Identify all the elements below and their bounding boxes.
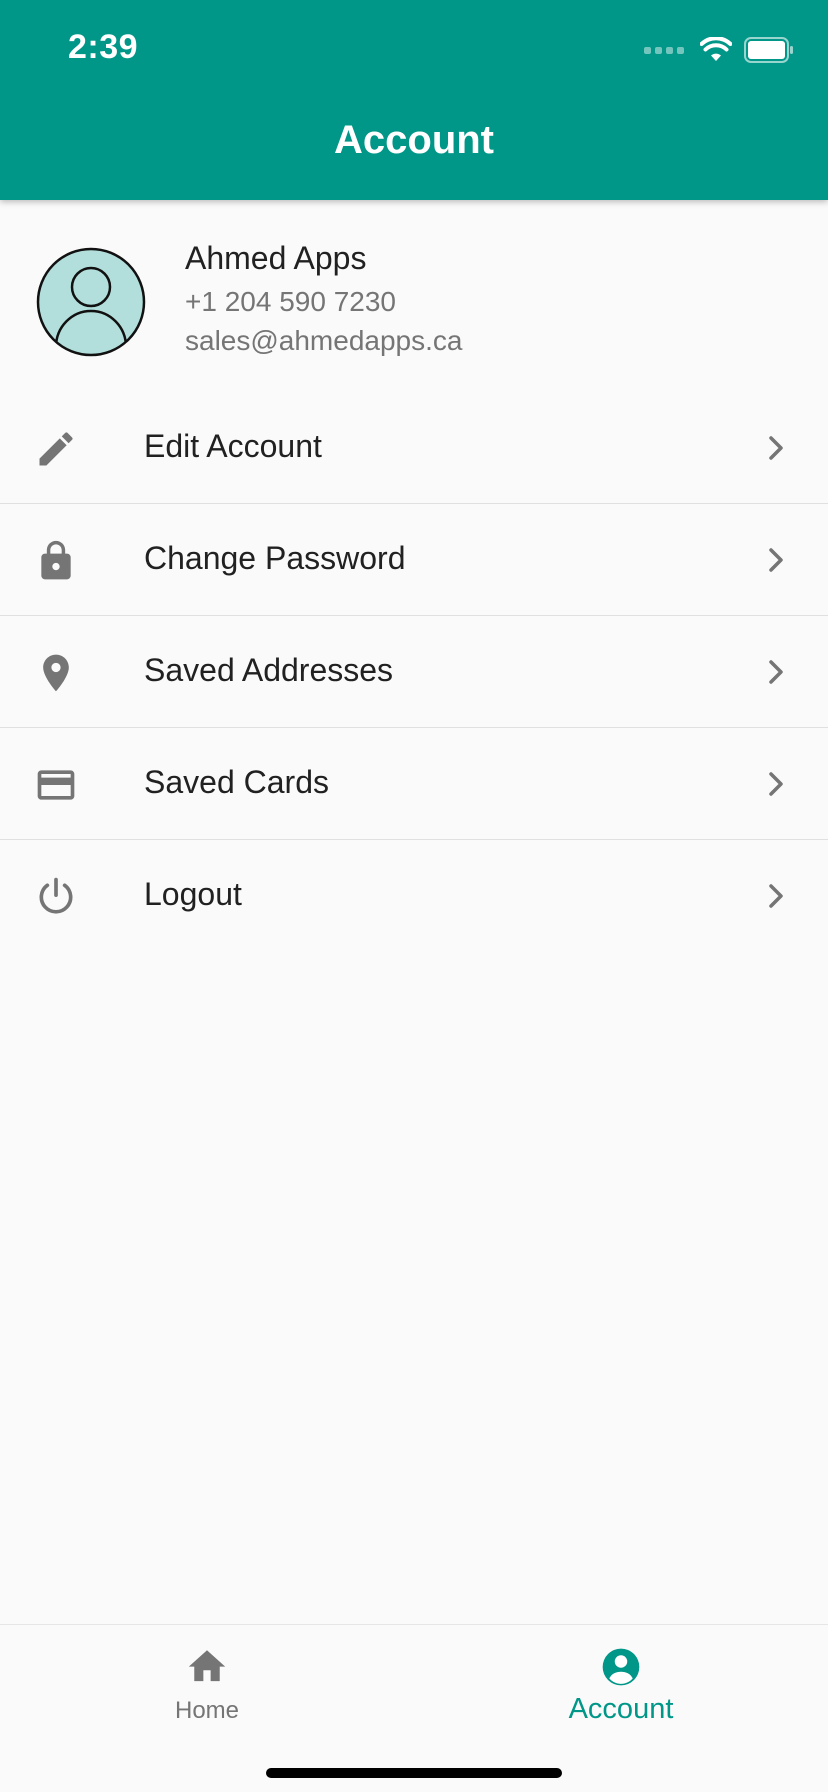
cellular-signal-icon [644,46,684,54]
account-circle-icon [602,1648,640,1686]
battery-icon [744,37,793,63]
menu-item-label: Change Password [144,540,406,576]
person-circle-icon [36,247,146,357]
status-icons [644,34,794,66]
menu-item-saved-addresses[interactable]: Saved Addresses [0,616,828,728]
status-time: 2:39 [68,28,139,66]
menu-item-change-password[interactable]: Change Password [0,504,828,616]
chevron-right-icon [769,548,783,572]
profile-phone: +1 204 590 7230 [185,286,396,317]
menu-item-label: Saved Cards [144,764,329,800]
nav-item-account[interactable]: Account [414,1625,828,1735]
menu-item-edit-account[interactable]: Edit Account [0,392,828,504]
profile-name: Ahmed Apps [185,240,367,276]
profile-email: sales@ahmedapps.ca [185,325,463,356]
chevron-right-icon [769,436,783,460]
home-indicator[interactable] [266,1768,562,1778]
nav-item-label: Home [174,1697,240,1724]
chevron-right-icon [769,772,783,796]
wifi-icon [700,37,732,61]
location-pin-icon [43,654,69,692]
app-bar: 2:39 Account [0,0,828,200]
pencil-icon [39,432,73,466]
power-icon [39,877,73,914]
menu-item-label: Saved Addresses [144,652,394,688]
menu-item-label: Edit Account [144,428,322,464]
account-menu: Edit Account Change Password Saved Addre… [0,392,828,951]
lock-icon [41,540,71,580]
nav-item-home[interactable]: Home [0,1625,414,1735]
menu-item-saved-cards[interactable]: Saved Cards [0,728,828,840]
page-title: Account [334,118,494,162]
chevron-right-icon [769,884,783,908]
nav-item-label: Account [568,1693,674,1725]
menu-item-label: Logout [144,876,242,912]
credit-card-icon [37,770,75,800]
home-icon [188,1650,226,1682]
chevron-right-icon [769,660,783,684]
bottom-navigation: Home Account [0,1624,828,1792]
profile-section: Ahmed Apps +1 204 590 7230 sales@ahmedap… [0,200,828,380]
menu-item-logout[interactable]: Logout [0,840,828,951]
account-screen: 2:39 Account Ahmed Apps +1 204 590 7230 … [0,0,828,1792]
